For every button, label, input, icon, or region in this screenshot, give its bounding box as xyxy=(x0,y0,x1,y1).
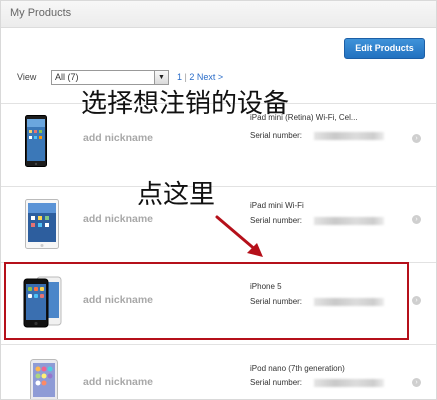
add-nickname-link[interactable]: add nickname xyxy=(83,132,153,144)
add-nickname-link[interactable]: add nickname xyxy=(83,294,153,306)
next-page-link[interactable]: Next > xyxy=(197,72,223,82)
ipad-mini-retina-image xyxy=(25,115,47,167)
device-name: iPad mini Wi-Fi xyxy=(250,201,304,210)
chevron-right-icon[interactable]: › xyxy=(412,378,421,387)
panel-header: My Products xyxy=(1,1,436,28)
my-products-panel: My Products Edit Products View All (7) ▼… xyxy=(0,0,437,400)
add-nickname-link[interactable]: add nickname xyxy=(83,376,153,388)
serial-number-value-redacted xyxy=(314,132,384,140)
annotation-click-here: 点这里 xyxy=(137,180,216,210)
serial-number-label: Serial number: xyxy=(250,378,303,387)
device-name: iPhone 5 xyxy=(250,282,282,291)
device-name: iPod nano (7th generation) xyxy=(250,364,345,373)
serial-number-value-redacted xyxy=(314,379,384,387)
pagination-separator: | xyxy=(184,72,187,82)
panel-title: My Products xyxy=(10,7,72,19)
chevron-right-icon[interactable]: › xyxy=(412,296,421,305)
pagination: 1 | 2 Next > xyxy=(177,72,223,82)
ipad-mini-image xyxy=(25,199,59,249)
page-1-link[interactable]: 1 xyxy=(177,72,182,82)
iphone-5-image xyxy=(23,276,62,328)
edit-products-button[interactable]: Edit Products xyxy=(344,38,425,59)
device-row-iphone-5[interactable]: add nickname iPhone 5 Serial number: › xyxy=(1,263,436,343)
serial-number-value-redacted xyxy=(314,298,384,306)
serial-number-label: Serial number: xyxy=(250,131,303,140)
chevron-right-icon[interactable]: › xyxy=(412,215,421,224)
device-row-ipod-nano[interactable]: add nickname iPod nano (7th generation) … xyxy=(1,345,436,399)
serial-number-label: Serial number: xyxy=(250,297,303,306)
annotation-arrow-icon xyxy=(215,215,263,257)
add-nickname-link[interactable]: add nickname xyxy=(83,213,153,225)
view-select-value: All (7) xyxy=(55,72,79,82)
page-2-link[interactable]: 2 xyxy=(189,72,194,82)
chevron-right-icon[interactable]: › xyxy=(412,134,421,143)
annotation-select-device: 选择想注销的设备 xyxy=(81,89,290,119)
serial-number-value-redacted xyxy=(314,217,384,225)
ipod-nano-image xyxy=(30,359,58,399)
view-label: View xyxy=(17,72,37,82)
